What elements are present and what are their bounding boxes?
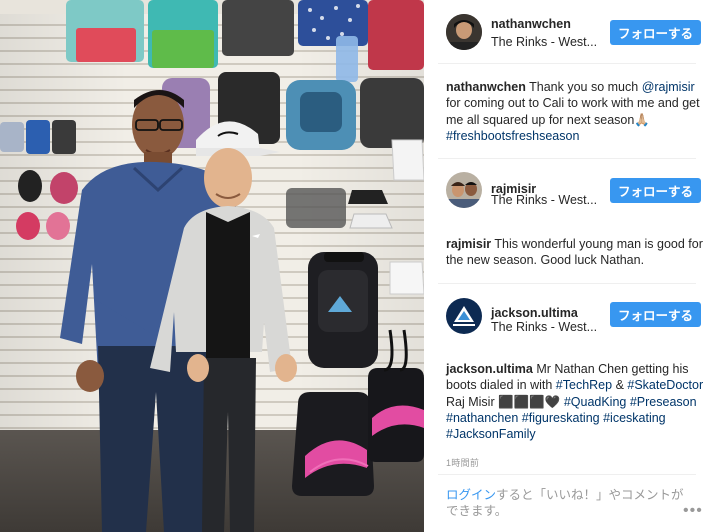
follow-button-rajmisir[interactable]: フォローする [610, 178, 701, 203]
follow-button-jackson-ultima[interactable]: フォローする [610, 302, 701, 327]
author-location[interactable]: The Rinks - West... [491, 35, 597, 49]
black-pants [202, 358, 256, 532]
hook-items-left [0, 120, 78, 240]
comment-hashtag[interactable]: #iceskating [603, 411, 666, 425]
bag-black-3 [360, 78, 424, 148]
jackson-ultima-location[interactable]: The Rinks - West... [491, 320, 597, 334]
comment-hashtag[interactable]: #nathanchen [446, 411, 518, 425]
bag-green-pocket [152, 30, 214, 68]
post-timestamp: 1時間前 [446, 458, 480, 468]
jackson-ultima-username[interactable]: jackson.ultima [491, 306, 578, 320]
jackson-ultima-avatar[interactable] [446, 298, 482, 334]
caption-username[interactable]: nathanwchen [446, 80, 526, 94]
comment-hashtag[interactable]: #SkateDoctor [627, 378, 703, 392]
login-link[interactable]: ログイン [446, 488, 496, 502]
caption-mention[interactable]: @rajmisir [642, 80, 695, 94]
skate-bag-left [292, 392, 374, 496]
comment-text: Raj Misir ⬛⬛⬛🖤 [446, 394, 564, 409]
comment-rajmisir: rajmisir This wonderful young man is goo… [446, 237, 703, 268]
bag-clear-small [336, 36, 358, 82]
post-sidebar: nathanwchen The Rinks - West... フォローする n… [424, 0, 710, 532]
black-tshirt [206, 212, 250, 362]
post-photo[interactable] [0, 0, 424, 532]
author-username[interactable]: nathanwchen [491, 17, 571, 31]
login-prompt: ログインすると「いいね！」やコメントができます。 [446, 488, 684, 518]
caption-hashtag[interactable]: #freshbootsfreshseason [446, 129, 579, 143]
comment-hashtag[interactable]: #Preseason [630, 395, 697, 409]
comment-hashtag[interactable]: #figureskating [522, 411, 600, 425]
post-caption: nathanwchen Thank you so much @rajmisir … [446, 80, 700, 143]
comment-jackson-ultima: jackson.ultima Mr Nathan Chen getting hi… [446, 361, 704, 442]
rajmisir-avatar[interactable] [446, 172, 482, 208]
comment-hashtag[interactable]: #TechRep [556, 378, 612, 392]
bag-red-pocket [76, 28, 136, 62]
comment-hashtag[interactable]: #JacksonFamily [446, 427, 536, 441]
photo-scene [0, 0, 424, 532]
bag-black-1 [222, 0, 294, 56]
bag-red-2 [368, 0, 424, 70]
comment-hashtag[interactable]: #QuadKing [564, 395, 627, 409]
backpack-jackson [308, 252, 378, 368]
more-options-icon[interactable]: ••• [683, 502, 703, 520]
comment-username[interactable]: jackson.ultima [446, 362, 533, 376]
comment-text: & [612, 378, 628, 393]
comment-username[interactable]: rajmisir [446, 237, 491, 251]
author-avatar[interactable] [446, 14, 482, 50]
rajmisir-location[interactable]: The Rinks - West... [491, 193, 597, 207]
follow-button-author[interactable]: フォローする [610, 20, 701, 45]
